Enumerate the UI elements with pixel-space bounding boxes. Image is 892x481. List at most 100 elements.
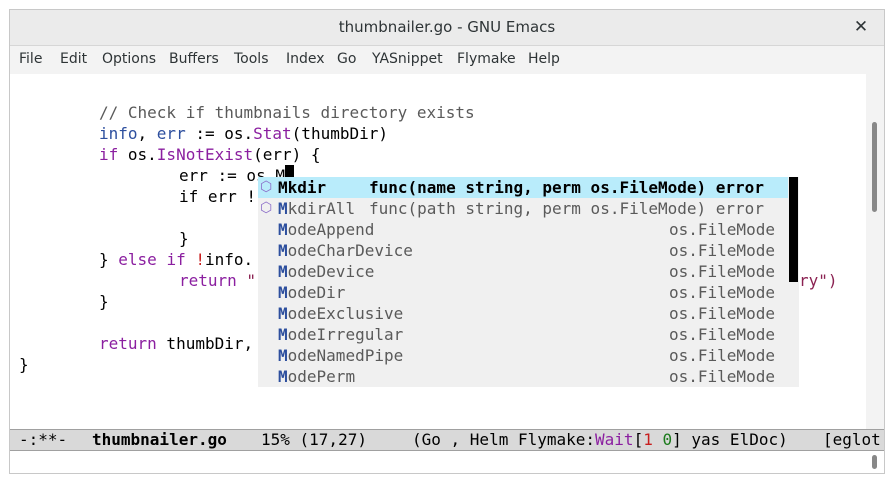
emacs-window: thumbnailer.go - GNU Emacs ✕ File Edit O… xyxy=(9,9,885,474)
menu-help[interactable]: Help xyxy=(528,51,560,67)
code-token: info xyxy=(99,124,138,143)
completion-match: M xyxy=(278,199,288,218)
completion-popup: ⬡ Mkdir func(name string, perm os.FileMode… xyxy=(258,177,799,387)
completion-match: M xyxy=(278,304,288,323)
menu-tools[interactable]: Tools xyxy=(234,51,269,67)
mode-line: -:**- thumbnailer.go 15% (17,27) (Go , H… xyxy=(10,429,884,451)
eglot-indicator: [eglot xyxy=(823,430,881,449)
completion-item[interactable]: ModeDir os.FileMode xyxy=(258,282,788,303)
completion-type: os.FileMode xyxy=(669,283,775,302)
completion-match: M xyxy=(278,346,288,365)
code-token: } xyxy=(179,229,189,248)
completion-rest: odeIrregular xyxy=(287,325,404,344)
completion-signature: func(name string, perm os.FileMode) erro… xyxy=(369,178,764,197)
completion-label: ModePerm xyxy=(278,366,355,387)
menu-bar: File Edit Options Buffers Tools Index Go… xyxy=(10,46,884,75)
code-token: else xyxy=(118,250,157,269)
completion-label: ModeDevice xyxy=(278,261,374,282)
code-token: IsNotExist xyxy=(156,145,254,164)
title-bar: thumbnailer.go - GNU Emacs ✕ xyxy=(10,10,884,46)
completion-type: os.FileMode xyxy=(669,325,775,344)
menu-yasnippet[interactable]: YASnippet xyxy=(372,51,443,67)
code-token: err xyxy=(156,124,186,143)
modeline-buffer-name[interactable]: thumbnailer.go xyxy=(92,430,227,450)
completion-item[interactable]: ⬡ Mkdir func(name string, perm os.FileMode… xyxy=(258,177,788,198)
code-token: if xyxy=(99,145,119,164)
code-token: if err ! xyxy=(179,187,257,206)
menu-flymake[interactable]: Flymake xyxy=(457,51,516,67)
completion-rest: odePerm xyxy=(287,367,356,386)
code-line: info, err := os.Stat(thumbDir) xyxy=(99,123,388,144)
completion-match: M xyxy=(278,220,288,239)
code-token: if xyxy=(166,250,186,269)
completion-item[interactable]: ModeExclusive os.FileMode xyxy=(258,303,788,324)
completion-label: ModeDir xyxy=(278,282,345,303)
completion-type: os.FileMode xyxy=(669,367,775,386)
code-token: } xyxy=(99,250,119,269)
completion-item[interactable]: ModeNamedPipe os.FileMode xyxy=(258,345,788,366)
modeline-bracket: [ xyxy=(633,430,644,449)
completion-item[interactable]: ModePerm os.FileMode xyxy=(258,366,788,387)
completion-item[interactable]: ModeDevice os.FileMode xyxy=(258,261,788,282)
code-comment: // Check if thumbnails directory exists xyxy=(99,103,475,122)
code-line: // Check if thumbnails directory exists xyxy=(99,102,475,123)
code-token: ! xyxy=(185,250,205,269)
completion-type: os.FileMode xyxy=(669,304,775,323)
modeline-modes[interactable]: (Go , Helm Flymake:Wait[1 0] yas ElDoc) xyxy=(412,430,788,450)
completion-rest: odeExclusive xyxy=(287,304,404,323)
popup-scrollbar-thumb[interactable] xyxy=(789,177,798,282)
menu-go[interactable]: Go xyxy=(337,51,356,67)
completion-rest: kdir xyxy=(287,178,327,197)
close-icon[interactable]: ✕ xyxy=(850,16,872,38)
echo-scrollbar-thumb[interactable] xyxy=(872,455,877,469)
code-token: return xyxy=(99,334,157,353)
code-line: } else if !info. xyxy=(99,249,253,270)
menu-index[interactable]: Index xyxy=(286,51,325,67)
modeline-modes-rest: yas ElDoc) xyxy=(681,430,788,449)
flymake-wait: Wait xyxy=(595,430,634,449)
function-icon: ⬡ xyxy=(260,200,273,216)
completion-item[interactable]: ModeCharDevice os.FileMode xyxy=(258,240,788,261)
completion-label: Mkdir xyxy=(278,177,326,198)
completion-rest: odeDevice xyxy=(287,262,375,281)
completion-rest: odeDir xyxy=(287,283,346,302)
menu-buffers[interactable]: Buffers xyxy=(169,51,219,67)
modeline-eglot[interactable]: [eglot xyxy=(823,430,881,450)
completion-match: M xyxy=(278,178,288,197)
code-line: } xyxy=(99,291,109,312)
modeline-status: -:**- xyxy=(19,430,68,449)
completion-type: os.FileMode xyxy=(669,241,775,260)
menu-edit[interactable]: Edit xyxy=(60,51,87,67)
modeline-bracket: ] xyxy=(672,430,682,449)
completion-label: ModeExclusive xyxy=(278,303,403,324)
code-line: return " xyxy=(179,270,256,291)
completion-rest: odeCharDevice xyxy=(287,241,413,260)
code-token: return xyxy=(179,271,237,290)
completion-item[interactable]: ModeIrregular os.FileMode xyxy=(258,324,788,345)
completion-label: ModeNamedPipe xyxy=(278,345,403,366)
completion-item[interactable]: ModeAppend os.FileMode xyxy=(258,219,788,240)
code-line: if err ! xyxy=(179,186,256,207)
code-token: (thumbDir) xyxy=(291,124,388,143)
completion-rest: odeAppend xyxy=(287,220,375,239)
code-token: , xyxy=(137,124,157,143)
flymake-error-count: 1 xyxy=(643,430,653,449)
completion-signature: func(path string, perm os.FileMode) erro… xyxy=(369,199,764,218)
code-line: if os.IsNotExist(err) { xyxy=(99,144,321,165)
code-token: os. xyxy=(118,145,157,164)
code-token: (err) { xyxy=(253,145,321,164)
completion-type: os.FileMode xyxy=(669,220,775,239)
code-line: return thumbDir, xyxy=(99,333,253,354)
menu-file[interactable]: File xyxy=(19,51,42,67)
completion-item[interactable]: ⬡ MkdirAll func(path string, perm os.FileM… xyxy=(258,198,788,219)
completion-match: M xyxy=(278,262,288,281)
menu-options[interactable]: Options xyxy=(102,51,156,67)
code-line: ry") xyxy=(799,270,838,291)
modeline-position: 15% (17,27) xyxy=(261,430,367,449)
code-token: } xyxy=(19,355,29,374)
completion-rest: kdirAll xyxy=(287,199,356,218)
code-token: info. xyxy=(204,250,254,269)
scrollbar-thumb[interactable] xyxy=(872,122,877,212)
echo-area xyxy=(10,451,884,473)
